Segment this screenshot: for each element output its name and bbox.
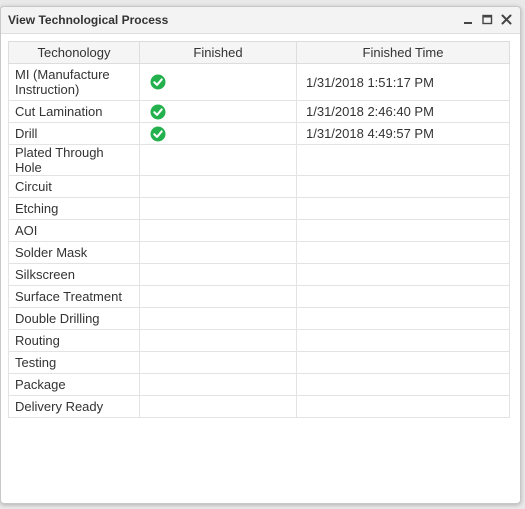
finished-cell xyxy=(139,144,297,176)
process-table: Techonology Finished Finished Time MI (M… xyxy=(8,41,510,418)
process-grid: Techonology Finished Finished Time MI (M… xyxy=(8,41,510,418)
table-row[interactable]: Routing xyxy=(8,329,510,352)
technology-cell: Package xyxy=(8,373,140,396)
header-row: Techonology Finished Finished Time xyxy=(8,41,510,64)
finished-cell xyxy=(139,219,297,242)
technology-cell: Solder Mask xyxy=(8,241,140,264)
maximize-button[interactable] xyxy=(481,13,494,26)
technology-cell: Circuit xyxy=(8,175,140,198)
finished-time-cell xyxy=(296,263,510,286)
column-header-technology[interactable]: Techonology xyxy=(8,41,140,64)
finished-cell xyxy=(139,197,297,220)
table-row[interactable]: Package xyxy=(8,373,510,396)
finished-time-cell xyxy=(296,307,510,330)
table-row[interactable]: Testing xyxy=(8,351,510,374)
table-row[interactable]: Cut Lamination 1/31/2018 2:46:40 PM xyxy=(8,100,510,123)
table-row[interactable]: MI (Manufacture Instruction) 1/31/2018 1:… xyxy=(8,63,510,101)
table-row[interactable]: Etching xyxy=(8,197,510,220)
finished-time-cell xyxy=(296,144,510,176)
finished-cell xyxy=(139,263,297,286)
technology-cell: Delivery Ready xyxy=(8,395,140,418)
check-circle-icon xyxy=(150,74,166,90)
check-circle-icon xyxy=(150,104,166,120)
finished-time-cell xyxy=(296,395,510,418)
finished-cell xyxy=(139,307,297,330)
finished-cell xyxy=(139,329,297,352)
minimize-icon xyxy=(464,22,472,24)
finished-cell xyxy=(139,175,297,198)
finished-time-cell xyxy=(296,175,510,198)
finished-time-cell: 1/31/2018 2:46:40 PM xyxy=(296,100,510,123)
finished-time-cell: 1/31/2018 1:51:17 PM xyxy=(296,63,510,101)
technological-process-window: View Technological Process Techonology F… xyxy=(0,6,521,504)
close-icon xyxy=(501,14,512,25)
finished-cell xyxy=(139,351,297,374)
finished-time-cell xyxy=(296,373,510,396)
table-row[interactable]: Silkscreen xyxy=(8,263,510,286)
finished-cell xyxy=(139,395,297,418)
finished-cell xyxy=(139,373,297,396)
finished-time-cell xyxy=(296,241,510,264)
finished-cell xyxy=(139,63,297,101)
technology-cell: Etching xyxy=(8,197,140,220)
finished-time-cell xyxy=(296,329,510,352)
technology-cell: Silkscreen xyxy=(8,263,140,286)
technology-cell: AOI xyxy=(8,219,140,242)
minimize-button[interactable] xyxy=(462,13,475,26)
finished-cell xyxy=(139,241,297,264)
technology-cell: Testing xyxy=(8,351,140,374)
table-row[interactable]: Surface Treatment xyxy=(8,285,510,308)
finished-time-cell xyxy=(296,219,510,242)
table-row[interactable]: AOI xyxy=(8,219,510,242)
maximize-icon xyxy=(482,14,493,25)
finished-time-cell xyxy=(296,351,510,374)
table-row[interactable]: Drill 1/31/2018 4:49:57 PM xyxy=(8,122,510,145)
check-circle-icon xyxy=(150,126,166,142)
table-row[interactable]: Plated Through Hole xyxy=(8,144,510,176)
technology-cell: Surface Treatment xyxy=(8,285,140,308)
column-header-finished-time[interactable]: Finished Time xyxy=(296,41,510,64)
table-row[interactable]: Solder Mask xyxy=(8,241,510,264)
technology-cell: MI (Manufacture Instruction) xyxy=(8,63,140,101)
finished-cell xyxy=(139,122,297,145)
window-titlebar[interactable]: View Technological Process xyxy=(1,7,520,34)
technology-cell: Routing xyxy=(8,329,140,352)
technology-cell: Cut Lamination xyxy=(8,100,140,123)
close-button[interactable] xyxy=(500,13,513,26)
finished-time-cell xyxy=(296,197,510,220)
finished-cell xyxy=(139,285,297,308)
technology-cell: Double Drilling xyxy=(8,307,140,330)
technology-cell: Plated Through Hole xyxy=(8,144,140,176)
technology-cell: Drill xyxy=(8,122,140,145)
table-body: MI (Manufacture Instruction) 1/31/2018 1:… xyxy=(8,63,510,418)
table-row[interactable]: Circuit xyxy=(8,175,510,198)
window-title: View Technological Process xyxy=(8,13,169,27)
finished-cell xyxy=(139,100,297,123)
table-row[interactable]: Delivery Ready xyxy=(8,395,510,418)
table-row[interactable]: Double Drilling xyxy=(8,307,510,330)
column-header-finished[interactable]: Finished xyxy=(139,41,297,64)
finished-time-cell xyxy=(296,285,510,308)
finished-time-cell: 1/31/2018 4:49:57 PM xyxy=(296,122,510,145)
